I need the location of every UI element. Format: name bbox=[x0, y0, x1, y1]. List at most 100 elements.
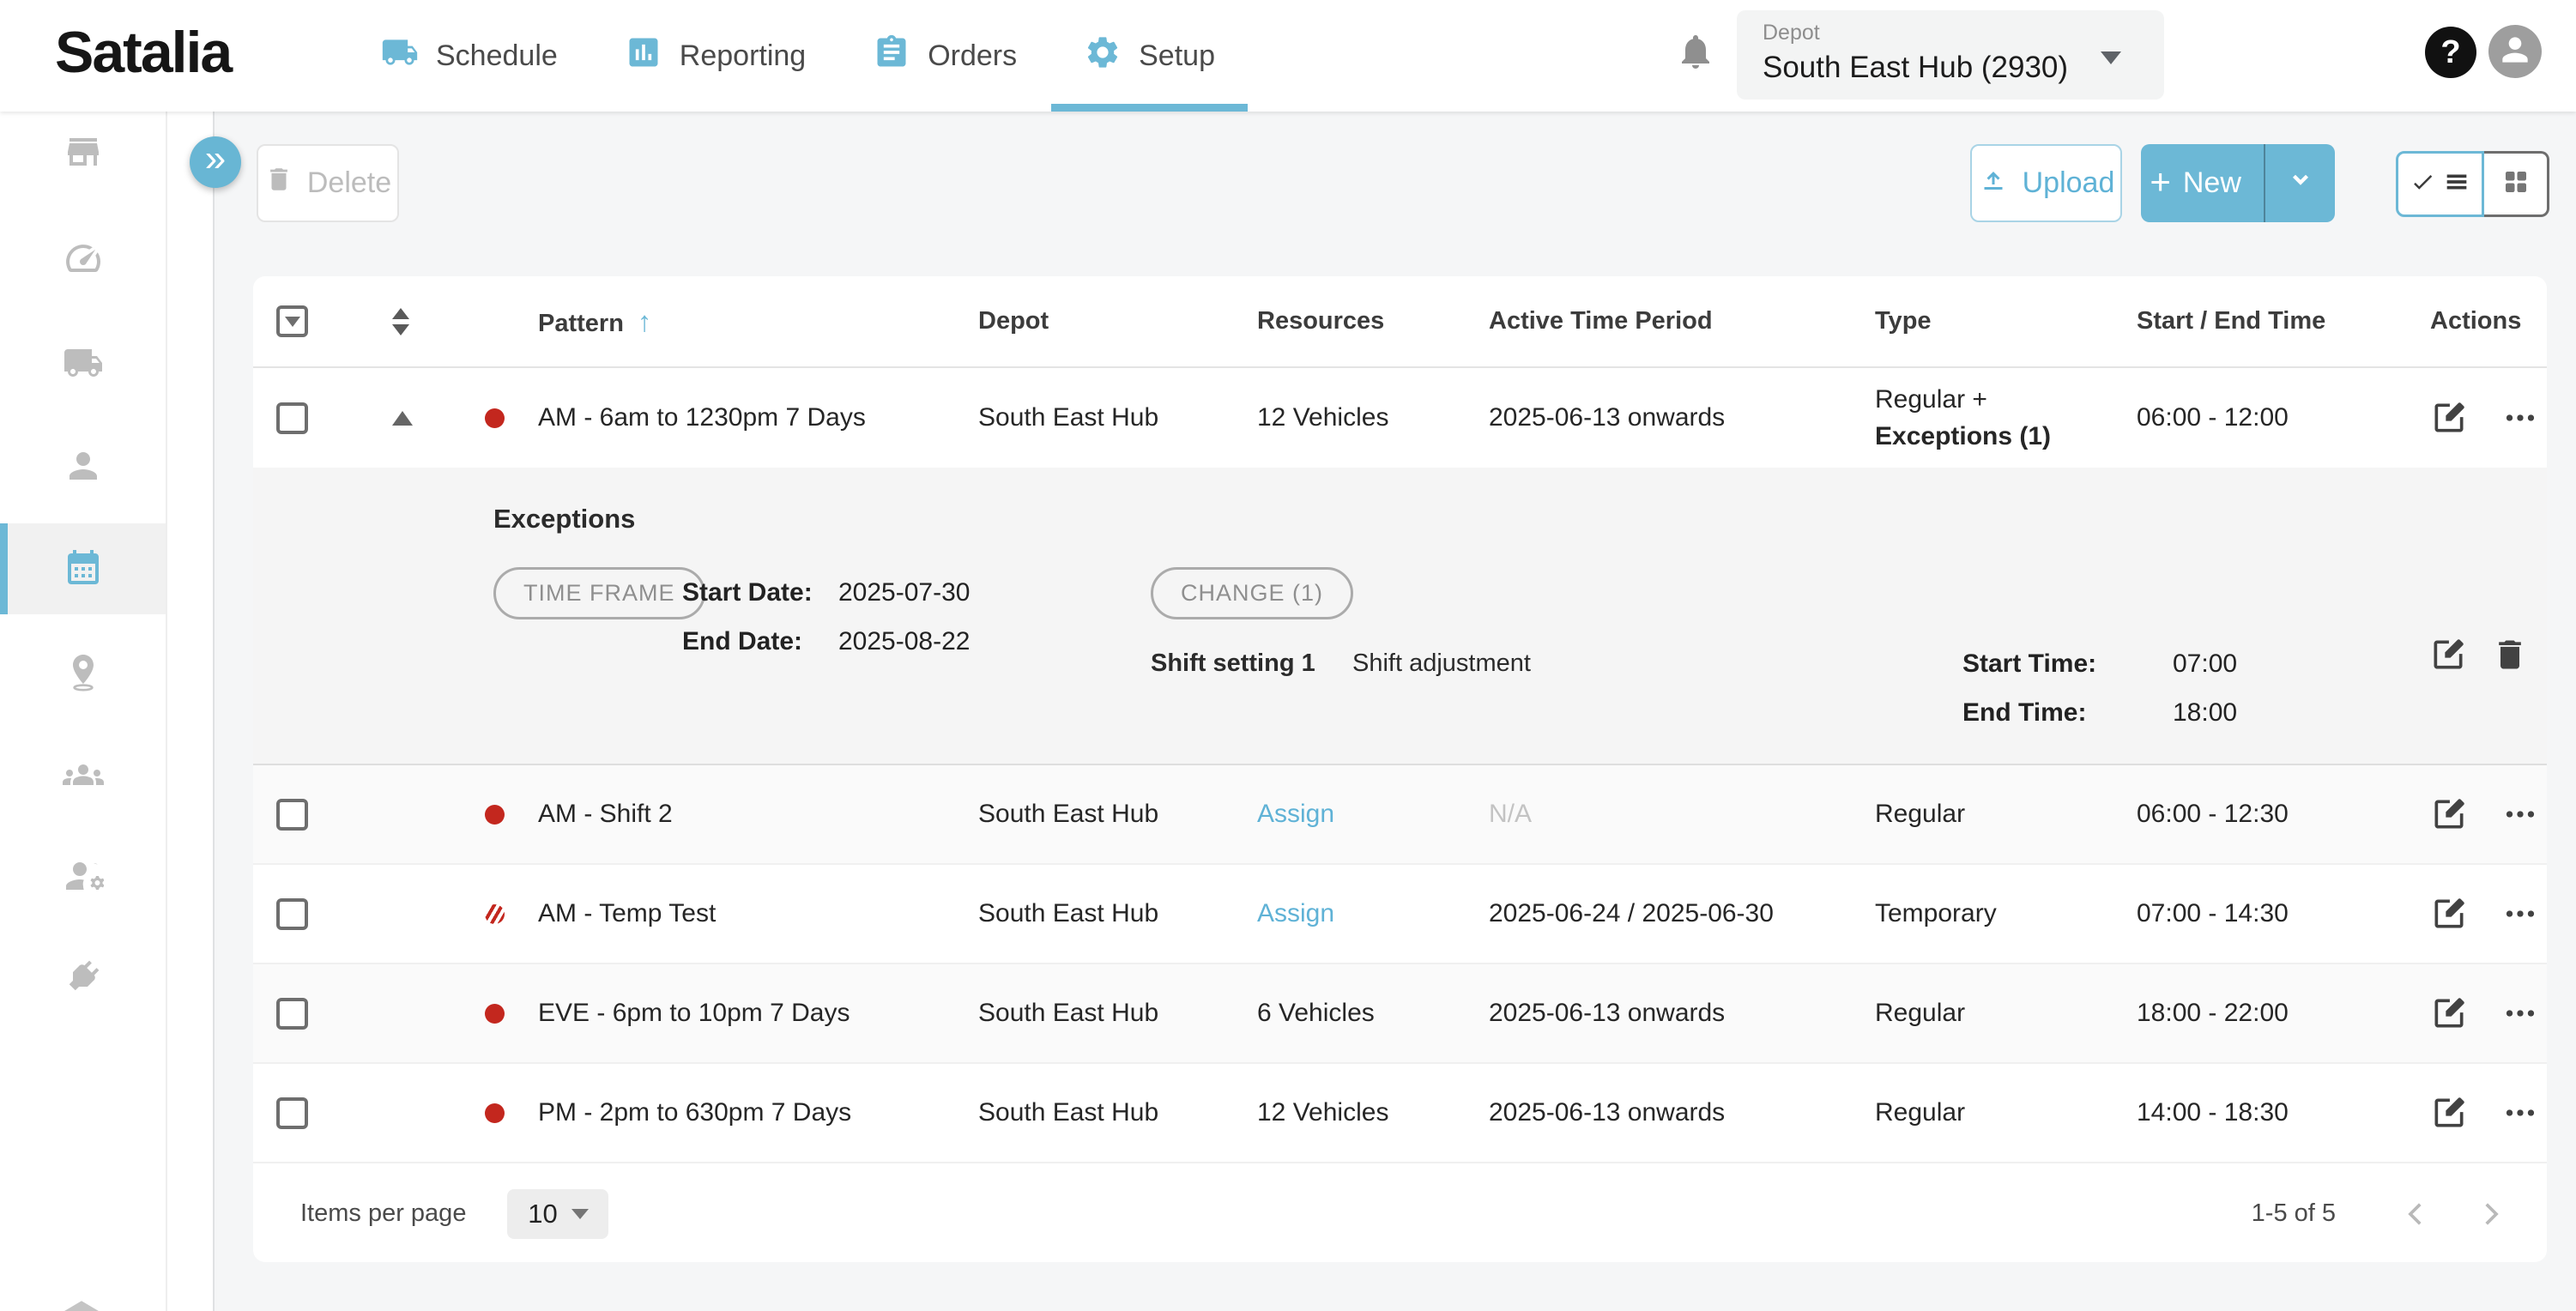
pagination-range: 1-5 of 5 bbox=[2252, 1199, 2336, 1228]
sidebar-item-vehicles[interactable] bbox=[0, 323, 166, 407]
table-row[interactable]: AM - Shift 2 South East Hub Assign N/A R… bbox=[253, 765, 2547, 865]
view-toggle bbox=[2396, 151, 2549, 217]
column-header-depot[interactable]: Depot bbox=[978, 307, 1257, 335]
column-header-label: Actions bbox=[2430, 307, 2521, 335]
sidebar-item-depots[interactable] bbox=[0, 112, 166, 196]
depot-selector[interactable]: Depot South East Hub (2930) bbox=[1737, 10, 2164, 100]
sidebar-item-drivers[interactable] bbox=[0, 426, 166, 510]
truck-icon bbox=[63, 342, 104, 388]
column-header-active-time-period[interactable]: Active Time Period bbox=[1489, 307, 1875, 335]
notifications-bell-icon[interactable] bbox=[1675, 31, 1718, 79]
sidebar-item-shift-patterns[interactable] bbox=[0, 527, 166, 611]
nav-schedule[interactable]: Schedule bbox=[376, 0, 563, 112]
new-dropdown-button[interactable] bbox=[2264, 144, 2335, 222]
row-checkbox[interactable] bbox=[276, 1097, 308, 1129]
start-time-value: 07:00 bbox=[2173, 649, 2237, 679]
edit-exception-button[interactable] bbox=[2429, 636, 2467, 674]
depot-selector-value: South East Hub (2930) bbox=[1763, 51, 2138, 85]
assign-link[interactable]: Assign bbox=[1257, 800, 1334, 828]
depot-cell: South East Hub bbox=[978, 999, 1257, 1028]
more-actions-button[interactable] bbox=[2500, 994, 2540, 1033]
column-header-label: Depot bbox=[978, 307, 1049, 335]
row-checkbox[interactable] bbox=[276, 998, 308, 1030]
collapse-row-icon[interactable] bbox=[392, 411, 413, 426]
table-row[interactable]: PM - 2pm to 630pm 7 Days South East Hub … bbox=[253, 1064, 2547, 1163]
delete-button-label: Delete bbox=[307, 166, 391, 200]
page-size-value: 10 bbox=[528, 1199, 557, 1229]
app-screen: Satalia Schedule Reporting Orders bbox=[0, 0, 2576, 1311]
status-dot bbox=[485, 1004, 505, 1024]
previous-page-button[interactable] bbox=[2398, 1195, 2435, 1233]
resources-cell: 12 Vehicles bbox=[1257, 1098, 1489, 1127]
column-header-pattern[interactable]: Pattern↑ bbox=[538, 305, 978, 338]
page-size-select[interactable]: 10 bbox=[507, 1189, 608, 1239]
row-checkbox[interactable] bbox=[276, 898, 308, 930]
sidebar bbox=[0, 112, 166, 1311]
double-chevron-right-icon: » bbox=[205, 140, 226, 178]
end-time-label: End Time: bbox=[1962, 698, 2173, 728]
next-page-button[interactable] bbox=[2471, 1195, 2509, 1233]
grid-icon bbox=[2500, 166, 2531, 202]
more-actions-button[interactable] bbox=[2500, 1093, 2540, 1133]
column-header-label: Resources bbox=[1257, 307, 1384, 335]
edit-button[interactable] bbox=[2430, 994, 2468, 1032]
nav-orders[interactable]: Orders bbox=[868, 0, 1022, 112]
delete-exception-button[interactable] bbox=[2491, 636, 2529, 674]
time-cell: 18:00 - 22:00 bbox=[2137, 999, 2420, 1028]
table-row[interactable]: EVE - 6pm to 10pm 7 Days South East Hub … bbox=[253, 964, 2547, 1064]
edit-button[interactable] bbox=[2430, 1094, 2468, 1132]
main-nav: Schedule Reporting Orders Setup bbox=[376, 0, 1220, 112]
users-icon bbox=[63, 754, 104, 800]
column-header-start-end-time[interactable]: Start / End Time bbox=[2137, 307, 2420, 335]
type-line2: Exceptions (1) bbox=[1875, 418, 2137, 456]
edit-button[interactable] bbox=[2430, 895, 2468, 933]
chevron-down-icon bbox=[2288, 166, 2313, 200]
column-header-label: Start / End Time bbox=[2137, 307, 2325, 335]
assign-link[interactable]: Assign bbox=[1257, 899, 1334, 927]
select-all-checkbox[interactable] bbox=[276, 305, 308, 337]
edit-button[interactable] bbox=[2430, 399, 2468, 437]
depot-cell: South East Hub bbox=[978, 403, 1257, 432]
more-actions-button[interactable] bbox=[2500, 794, 2540, 834]
more-actions-button[interactable] bbox=[2500, 398, 2540, 438]
sidebar-item-integrations[interactable] bbox=[0, 936, 166, 1020]
sidebar-item-locations[interactable] bbox=[0, 631, 166, 716]
clipboard-icon bbox=[873, 33, 910, 79]
nav-reporting[interactable]: Reporting bbox=[620, 0, 811, 112]
list-view-button[interactable] bbox=[2396, 151, 2484, 217]
expand-all-control[interactable] bbox=[392, 308, 409, 335]
row-checkbox[interactable] bbox=[276, 799, 308, 831]
active-period-cell: N/A bbox=[1489, 800, 1875, 829]
shift-patterns-table: Pattern↑ Depot Resources Active Time Per… bbox=[253, 276, 2547, 1262]
upload-button-label: Upload bbox=[2023, 166, 2115, 200]
sidebar-item-dashboard[interactable] bbox=[0, 218, 166, 302]
sidebar-item-user-management[interactable] bbox=[0, 836, 166, 920]
person-icon bbox=[2496, 31, 2534, 73]
help-button[interactable]: ? bbox=[2425, 27, 2476, 78]
resources-cell: 6 Vehicles bbox=[1257, 999, 1489, 1028]
column-header-type[interactable]: Type bbox=[1875, 303, 2137, 339]
table-row[interactable]: AM - 6am to 1230pm 7 Days South East Hub… bbox=[253, 368, 2547, 468]
items-per-page-label: Items per page bbox=[300, 1199, 466, 1228]
upload-button[interactable]: Upload bbox=[1970, 144, 2122, 222]
type-line1: Regular + bbox=[1875, 381, 2137, 419]
pattern-cell: AM - Temp Test bbox=[538, 899, 978, 928]
more-actions-button[interactable] bbox=[2500, 894, 2540, 933]
column-header-resources[interactable]: Resources bbox=[1257, 307, 1489, 335]
list-icon bbox=[2442, 167, 2471, 201]
row-checkbox[interactable] bbox=[276, 402, 308, 434]
gauge-icon bbox=[63, 238, 104, 283]
status-dot bbox=[485, 408, 505, 428]
sidebar-expand-button[interactable]: » bbox=[190, 136, 241, 188]
nav-setup[interactable]: Setup bbox=[1079, 0, 1220, 112]
grid-view-button[interactable] bbox=[2484, 151, 2549, 217]
edit-button[interactable] bbox=[2430, 795, 2468, 833]
user-settings-icon bbox=[63, 855, 104, 901]
new-button[interactable]: + New bbox=[2141, 144, 2250, 222]
delete-button[interactable]: Delete bbox=[257, 144, 399, 222]
nav-label: Orders bbox=[928, 39, 1017, 73]
table-row[interactable]: AM - Temp Test South East Hub Assign 202… bbox=[253, 865, 2547, 964]
sidebar-item-teams[interactable] bbox=[0, 734, 166, 819]
column-header-actions: Actions bbox=[2420, 307, 2547, 335]
avatar[interactable] bbox=[2488, 25, 2542, 78]
